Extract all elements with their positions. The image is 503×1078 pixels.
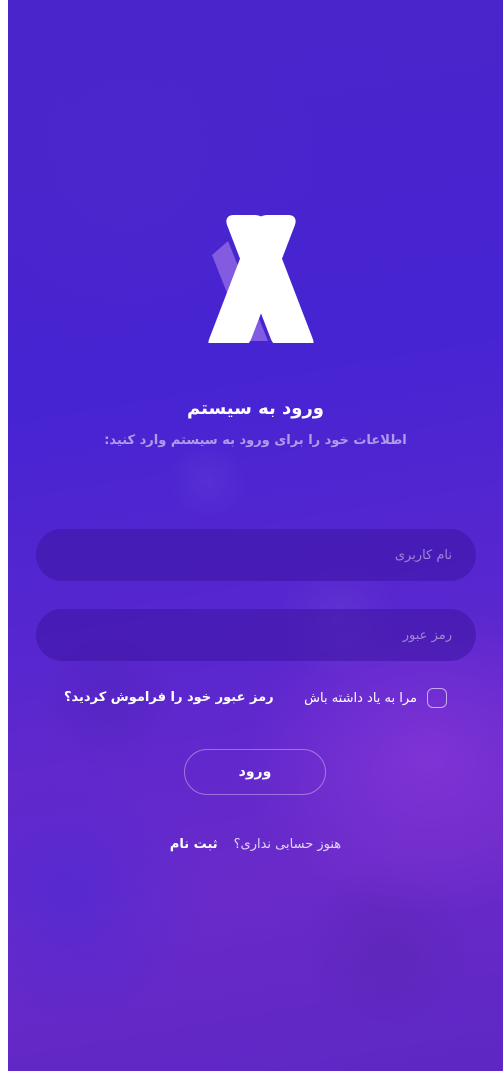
username-field[interactable] bbox=[36, 529, 476, 581]
password-input[interactable] bbox=[58, 626, 454, 644]
brand-logo-icon bbox=[208, 215, 314, 343]
remember-me-label[interactable]: مرا به یاد داشته باش bbox=[304, 691, 417, 706]
remember-me-checkbox[interactable] bbox=[427, 688, 447, 708]
page-subtitle: اطلاعات خود را برای ورود به سیستم وارد ک… bbox=[104, 433, 407, 448]
password-field[interactable] bbox=[36, 609, 476, 661]
page-title: ورود به سیستم bbox=[186, 398, 324, 419]
remember-me[interactable]: مرا به یاد داشته باش bbox=[304, 688, 447, 708]
no-account-text: هنوز حسابی نداری؟ bbox=[233, 837, 342, 852]
signup-row: هنوز حسابی نداری؟ ثبت نام bbox=[8, 837, 503, 852]
signup-link[interactable]: ثبت نام bbox=[170, 837, 218, 852]
login-screen: ورود به سیستم اطلاعات خود را برای ورود ب… bbox=[8, 0, 503, 1071]
forgot-password-link[interactable]: رمز عبور خود را فراموش کردید؟ bbox=[64, 690, 274, 705]
username-input[interactable] bbox=[58, 546, 454, 564]
login-button[interactable]: ورود bbox=[184, 749, 326, 795]
